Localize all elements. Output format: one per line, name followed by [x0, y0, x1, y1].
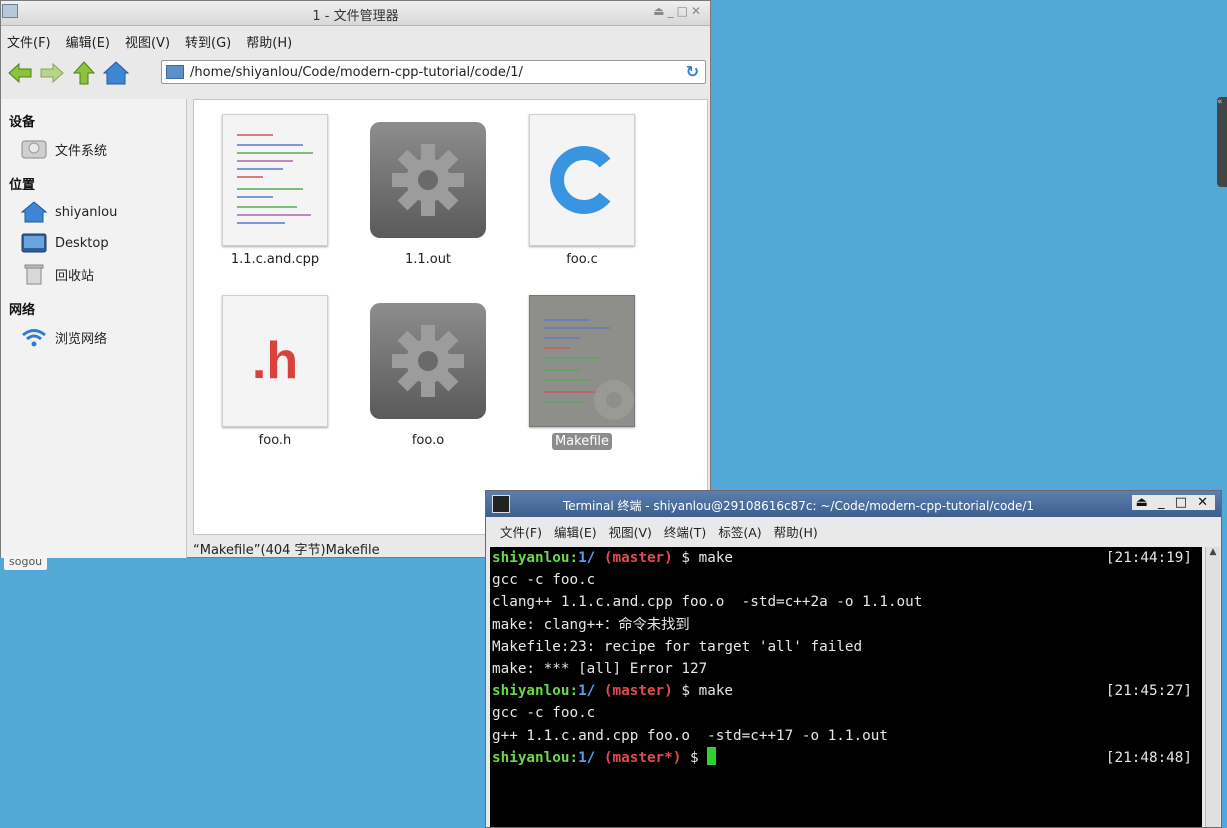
sidebar-header-devices: 设备	[9, 115, 36, 130]
sidebar-header-places: 位置	[9, 178, 36, 193]
timestamp: [21:45:27]	[1105, 683, 1192, 700]
sidebar-item-label: Desktop	[55, 235, 109, 251]
sogou-input-indicator[interactable]: sogou	[4, 556, 48, 570]
side-panel-handle[interactable]: «	[1217, 97, 1227, 187]
file-item[interactable]: 1.1.c.and.cpp	[210, 114, 340, 267]
file-name: Makefile	[551, 433, 613, 450]
folder-icon	[166, 65, 184, 79]
menu-help[interactable]: 帮助(H)	[246, 32, 292, 51]
file-item[interactable]: .h foo.h	[210, 295, 340, 448]
output-line: clang++ 1.1.c.and.cpp foo.o -std=c++2a -…	[492, 594, 923, 611]
output-line: gcc -c foo.c	[492, 572, 596, 589]
reload-icon[interactable]: ↻	[686, 62, 699, 81]
c-source-icon	[529, 114, 635, 246]
output-line: g++ 1.1.c.and.cpp foo.o -std=c++17 -o 1.…	[492, 727, 888, 744]
back-button[interactable]	[7, 60, 33, 86]
up-button[interactable]	[71, 60, 97, 86]
menu-view[interactable]: 视图(V)	[125, 32, 170, 51]
terminal-menu-view[interactable]: 视图(V)	[609, 522, 652, 541]
home-button[interactable]	[103, 60, 129, 86]
sidebar-item-network[interactable]: 浏览网络	[1, 324, 186, 350]
prompt-line: shiyanlou:1/ (master) $ make [21:44:19]	[490, 547, 1202, 569]
terminal-scrollbar[interactable]: ▲	[1205, 547, 1220, 827]
header-file-icon: .h	[222, 295, 328, 427]
title-bar[interactable]: 1 - 文件管理器 ⏏_□✕	[1, 1, 710, 26]
file-name: foo.o	[411, 433, 445, 448]
shade-icon[interactable]: ⏏	[653, 4, 667, 18]
file-item-selected[interactable]: Makefile	[517, 295, 647, 450]
sidebar-item-label: shiyanlou	[55, 204, 118, 220]
terminal-menu-file[interactable]: 文件(F)	[500, 522, 542, 541]
drive-icon	[21, 138, 47, 160]
status-bar: “Makefile”(404 字节)Makefile	[193, 543, 380, 558]
sidebar-item-trash[interactable]: 回收站	[1, 261, 186, 287]
desktop-icon	[21, 232, 47, 254]
terminal-menu-edit[interactable]: 编辑(E)	[554, 522, 597, 541]
sidebar-item-label: 回收站	[55, 268, 95, 284]
file-view: 1.1.c.and.cpp 1.1.out foo.c .h foo.h foo…	[193, 99, 708, 535]
sidebar: 设备 文件系统 位置 shiyanlou Desktop 回收站 网络 浏览网络	[1, 99, 187, 558]
wifi-icon	[21, 326, 47, 348]
text-file-icon	[222, 114, 328, 246]
file-item[interactable]: foo.o	[363, 295, 493, 448]
menu-file[interactable]: 文件(F)	[7, 32, 51, 51]
sidebar-item-filesystem[interactable]: 文件系统	[1, 136, 186, 162]
prompt-line: shiyanlou:1/ (master*) $ [21:48:48]	[490, 746, 1202, 769]
sidebar-header-network: 网络	[9, 303, 36, 318]
forward-button[interactable]	[39, 60, 65, 86]
sidebar-item-label: 浏览网络	[55, 331, 108, 347]
terminal-title: Terminal 终端 - shiyanlou@29108616c87c: ~/…	[562, 499, 1035, 513]
output-line: make: clang++：命令未找到	[492, 616, 690, 633]
close-icon[interactable]: ✕	[691, 4, 704, 18]
timestamp: [21:44:19]	[1105, 550, 1192, 566]
timestamp: [21:48:48]	[1105, 749, 1192, 766]
home-icon	[103, 61, 129, 85]
text-cursor	[707, 746, 717, 765]
address-bar[interactable]: /home/shiyanlou/Code/modern-cpp-tutorial…	[161, 60, 706, 84]
file-name: foo.h	[258, 433, 292, 448]
file-item[interactable]: 1.1.out	[363, 114, 493, 267]
chevron-left-icon: «	[1217, 97, 1223, 107]
file-name: foo.c	[566, 252, 598, 267]
prompt-line: shiyanlou:1/ (master) $ make [21:45:27]	[490, 680, 1202, 702]
address-path: /home/shiyanlou/Code/modern-cpp-tutorial…	[190, 64, 523, 80]
terminal-window: Terminal 终端 - shiyanlou@29108616c87c: ~/…	[485, 490, 1222, 828]
menu-bar: 文件(F) 编辑(E) 视图(V) 转到(G) 帮助(H)	[1, 26, 710, 56]
file-item[interactable]: foo.c	[517, 114, 647, 267]
toolbar: /home/shiyanlou/Code/modern-cpp-tutorial…	[1, 56, 710, 90]
terminal-menu-terminal[interactable]: 终端(T)	[664, 522, 706, 541]
terminal-menu-help[interactable]: 帮助(H)	[774, 522, 818, 541]
up-arrow-icon	[73, 61, 95, 85]
terminal-title-bar[interactable]: Terminal 终端 - shiyanlou@29108616c87c: ~/…	[486, 491, 1221, 517]
terminal-menu-tabs[interactable]: 标签(A)	[718, 522, 761, 541]
menu-go[interactable]: 转到(G)	[185, 32, 231, 51]
trash-icon	[21, 263, 47, 285]
sidebar-item-desktop[interactable]: Desktop	[1, 230, 186, 256]
file-name: 1.1.out	[404, 252, 452, 267]
output-line: gcc -c foo.c	[492, 705, 596, 722]
terminal-output[interactable]: shiyanlou:1/ (master) $ make [21:44:19] g…	[490, 547, 1202, 827]
output-line: Makefile:23: recipe for target 'all' fai…	[492, 638, 863, 655]
forward-arrow-icon	[40, 63, 64, 83]
maximize-icon[interactable]: □	[677, 4, 691, 18]
output-line: make: *** [all] Error 127	[492, 660, 708, 677]
terminal-window-controls[interactable]: ⏏ _ □ ✕	[1131, 495, 1215, 510]
home-icon	[21, 201, 47, 223]
menu-edit[interactable]: 编辑(E)	[66, 32, 110, 51]
executable-icon	[370, 122, 486, 238]
minimize-icon[interactable]: _	[668, 4, 677, 18]
back-arrow-icon	[8, 63, 32, 83]
terminal-menu-bar: 文件(F) 编辑(E) 视图(V) 终端(T) 标签(A) 帮助(H)	[486, 517, 1221, 545]
file-manager-window: 1 - 文件管理器 ⏏_□✕ 文件(F) 编辑(E) 视图(V) 转到(G) 帮…	[0, 0, 711, 558]
window-controls[interactable]: ⏏_□✕	[653, 4, 704, 18]
window-title: 1 - 文件管理器	[312, 9, 399, 24]
sidebar-item-label: 文件系统	[55, 143, 108, 159]
file-name: 1.1.c.and.cpp	[230, 252, 320, 267]
makefile-icon	[529, 295, 635, 427]
sidebar-item-home[interactable]: shiyanlou	[1, 199, 186, 225]
object-file-icon	[370, 303, 486, 419]
scroll-up-icon[interactable]: ▲	[1206, 547, 1220, 557]
